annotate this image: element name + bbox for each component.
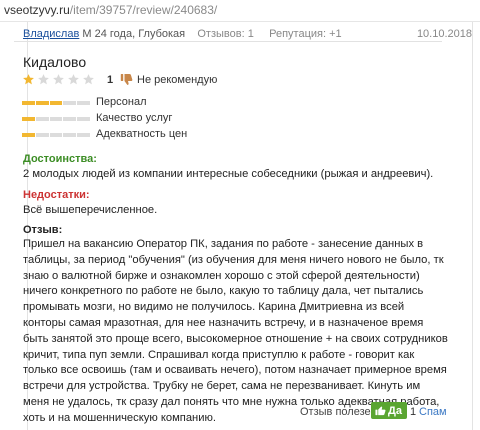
criterion-quality: Качество услуг: [22, 112, 272, 126]
criterion-prices: Адекватность цен: [22, 128, 272, 142]
bar-segment-filled: [22, 101, 35, 105]
bar-segment-filled: [35, 101, 49, 105]
criterion-label: Качество услуг: [96, 112, 173, 124]
criterion-bar: [22, 133, 90, 137]
pros-text: 2 молодых людей из компании интересные с…: [23, 168, 434, 180]
review-title: Кидалово: [23, 54, 87, 70]
thumb-down-icon: [120, 74, 133, 85]
star-empty-icon: [68, 74, 79, 85]
review-body: Пришел на вакансию Оператор ПК, задания …: [23, 238, 448, 424]
helpful-yes-button[interactable]: Да: [371, 402, 407, 419]
criterion-bar: [22, 117, 90, 121]
bar-segment-empty: [63, 117, 77, 121]
author-info: М 24 года, Глубокая: [82, 28, 186, 40]
divider: [14, 41, 442, 42]
bar-segment-empty: [77, 101, 90, 105]
thumb-up-icon: [375, 406, 386, 416]
bar-segment-empty: [49, 117, 63, 121]
star-empty-icon: [38, 74, 49, 85]
cons-text: Всё вышеперечисленное.: [23, 204, 158, 216]
url-host: vseotzyvy.ru: [4, 3, 70, 17]
recommend-count: 1: [107, 74, 114, 86]
bar-segment-empty: [77, 117, 90, 121]
url-path: /item/39757/review/240683/: [69, 3, 218, 17]
verdict-label: Не рекомендую: [137, 74, 218, 86]
spam-link[interactable]: Спам: [419, 406, 447, 418]
pros-heading: Достоинства:: [23, 153, 97, 165]
star-empty-icon: [83, 74, 94, 85]
criterion-staff: Персонал: [22, 96, 272, 110]
bar-segment-empty: [49, 133, 63, 137]
criterion-label: Адекватность цен: [96, 128, 188, 140]
reputation: Репутация: +1: [269, 28, 342, 40]
cons-heading: Недостатки:: [23, 189, 90, 201]
bar-segment-filled: [22, 133, 35, 137]
bar-segment-empty: [35, 133, 49, 137]
review-meta: Владислав М 24 года, Глубокая Отзывов: 1…: [23, 28, 342, 40]
rating-stars: [22, 73, 102, 87]
bar-segment-empty: [77, 133, 90, 137]
helpful-yes-label: Да: [388, 404, 402, 417]
url-text[interactable]: vseotzyvy.ru/item/39757/review/240683/: [4, 3, 217, 17]
bar-segment-empty: [35, 117, 49, 121]
review-heading: Отзыв:: [23, 224, 63, 236]
author-link[interactable]: Владислав: [23, 28, 79, 40]
criterion-bar: [22, 101, 90, 105]
address-bar[interactable]: vseotzyvy.ru/item/39757/review/240683/: [0, 0, 480, 22]
bar-segment-empty: [63, 101, 77, 105]
bar-segment-empty: [63, 133, 77, 137]
review-date: 10.10.2018: [416, 28, 472, 40]
criterion-label: Персонал: [96, 96, 147, 108]
star-filled-icon: [23, 74, 34, 85]
star-empty-icon: [53, 74, 64, 85]
helpful-yes-count: 1: [410, 406, 417, 418]
reviews-count: Отзывов: 1: [197, 28, 254, 40]
bar-segment-filled: [49, 101, 63, 105]
bar-segment-filled: [22, 117, 35, 121]
